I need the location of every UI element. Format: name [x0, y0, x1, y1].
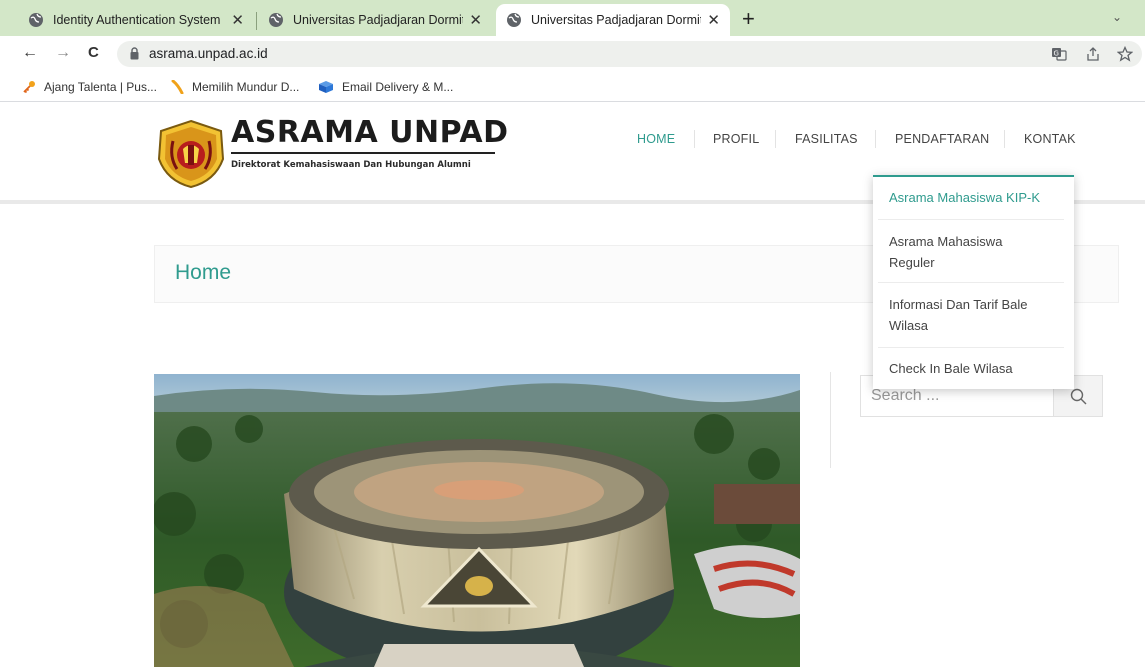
site-brand-subtitle: Direktorat Kemahasiswaan Dan Hubungan Al…	[231, 160, 471, 170]
nav-divider	[775, 130, 776, 148]
browser-tab[interactable]: Universitas Padjadjaran Dormitor ✕	[258, 4, 492, 36]
unpad-seal-logo[interactable]	[155, 119, 227, 189]
forward-button[interactable]: →	[55, 44, 71, 62]
close-tab-icon[interactable]: ✕	[707, 11, 720, 29]
browser-tab-active[interactable]: Universitas Padjadjaran Dormitor ✕	[496, 4, 730, 36]
bookmarks-bar: Ajang Talenta | Pus... Memilih Mundur D.…	[0, 72, 1145, 102]
tab-title: Universitas Padjadjaran Dormitor	[293, 13, 464, 27]
site-brand-title[interactable]: ASRAMA UNPAD	[231, 115, 508, 150]
bookmark-label: Email Delivery & M...	[342, 80, 454, 94]
nav-pendaftaran[interactable]: PENDAFTARAN	[895, 132, 989, 146]
new-tab-button[interactable]: +	[742, 6, 755, 32]
globe-icon	[507, 13, 521, 27]
back-button[interactable]: ←	[22, 44, 38, 62]
dropdown-item-reguler[interactable]: Asrama Mahasiswa Reguler	[889, 231, 1029, 273]
dropdown-item-kip-k[interactable]: Asrama Mahasiswa KIP-K	[889, 187, 1059, 208]
key-icon	[23, 81, 35, 94]
cube-icon	[319, 81, 333, 93]
translate-icon[interactable]: G	[1051, 46, 1067, 62]
svg-text:G: G	[1054, 50, 1059, 58]
dormitory-aerial-photo	[154, 374, 800, 667]
tab-search-icon[interactable]: ⌄	[1112, 10, 1122, 24]
globe-icon	[29, 13, 43, 27]
address-bar[interactable]	[117, 41, 1142, 67]
reload-button[interactable]: C	[88, 44, 99, 61]
brand-underline	[231, 152, 495, 154]
search-icon	[1070, 388, 1086, 404]
bookmark-item[interactable]: Ajang Talenta | Pus...	[22, 80, 157, 94]
bookmark-star-icon[interactable]	[1117, 46, 1133, 62]
pendaftaran-dropdown: Asrama Mahasiswa KIP-K Asrama Mahasiswa …	[873, 175, 1074, 389]
dropdown-item-tarif-bale-wilasa[interactable]: Informasi Dan Tarif Bale Wilasa	[889, 294, 1049, 336]
browser-tab[interactable]: Identity Authentication System ✕	[18, 4, 254, 36]
sidebar-divider	[830, 372, 831, 468]
lock-icon	[130, 47, 139, 60]
dropdown-divider	[878, 347, 1064, 348]
nav-divider	[1004, 130, 1005, 148]
nav-profil[interactable]: PROFIL	[713, 132, 759, 146]
tab-divider	[256, 12, 257, 30]
url-text[interactable]: asrama.unpad.ac.id	[149, 46, 268, 61]
dropdown-divider	[878, 219, 1064, 220]
dropdown-divider	[878, 282, 1064, 283]
close-tab-icon[interactable]: ✕	[469, 11, 482, 29]
bookmark-item[interactable]: Email Delivery & M...	[318, 80, 453, 94]
globe-icon	[269, 13, 283, 27]
bookmark-label: Ajang Talenta | Pus...	[44, 80, 157, 94]
share-icon[interactable]	[1085, 46, 1101, 62]
page-title: Home	[175, 261, 232, 284]
nav-fasilitas[interactable]: FASILITAS	[795, 132, 858, 146]
close-tab-icon[interactable]: ✕	[231, 11, 244, 29]
nav-divider	[694, 130, 695, 148]
nav-divider	[875, 130, 876, 148]
nav-home[interactable]: HOME	[637, 132, 675, 146]
tab-strip: Identity Authentication System ✕ Univers…	[0, 0, 1145, 36]
nav-kontak[interactable]: KONTAK	[1024, 132, 1076, 146]
tab-title: Universitas Padjadjaran Dormitor	[531, 13, 702, 27]
browser-toolbar: ← → C asrama.unpad.ac.id G	[0, 36, 1145, 72]
dropdown-item-check-in[interactable]: Check In Bale Wilasa	[889, 358, 1059, 379]
bookmark-item[interactable]: Memilih Mundur D...	[170, 80, 299, 94]
bookmark-label: Memilih Mundur D...	[192, 80, 300, 94]
feather-icon	[171, 80, 184, 94]
tab-title: Identity Authentication System	[53, 13, 221, 27]
